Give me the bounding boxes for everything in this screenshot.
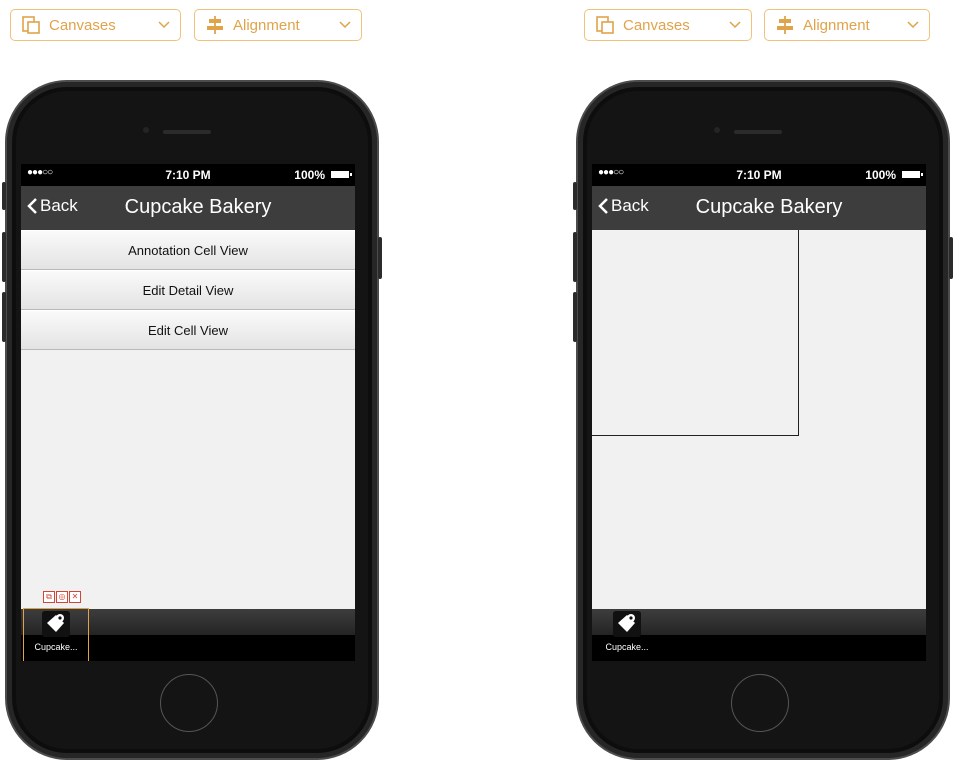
phone-frame-right: ●●●○○ 7:10 PM 100% Back Cupcake Bakery C… <box>573 80 953 760</box>
alignment-icon <box>777 16 793 34</box>
navigation-bar: Back Cupcake Bakery <box>592 186 926 230</box>
tab-label: Cupcake... <box>605 642 649 652</box>
map-pin-icon <box>613 611 641 637</box>
map-pin-icon <box>42 611 70 637</box>
alignment-dropdown[interactable]: Alignment <box>764 9 930 41</box>
battery-icon <box>902 171 923 178</box>
phone-screen: ●●●○○ 7:10 PM 100% Back Cupcake Bakery C… <box>592 164 926 661</box>
mute-switch <box>2 182 6 210</box>
tab-bar: Cupcake... <box>592 609 926 661</box>
status-bar: ●●●○○ 7:10 PM 100% <box>592 164 926 186</box>
chevron-down-icon <box>158 21 170 29</box>
alignment-icon <box>207 16 223 34</box>
battery-percent: 100% <box>865 168 896 182</box>
mute-switch <box>573 182 577 210</box>
canvases-label: Canvases <box>623 16 690 34</box>
front-camera <box>714 127 720 133</box>
chevron-down-icon <box>729 21 741 29</box>
copy-icon[interactable]: ⧉ <box>43 591 55 603</box>
volume-up-button <box>573 232 577 282</box>
battery-percent: 100% <box>294 168 325 182</box>
earpiece-speaker <box>734 130 782 134</box>
volume-down-button <box>573 292 577 342</box>
canvases-label: Canvases <box>49 16 116 34</box>
alignment-label: Alignment <box>233 16 300 34</box>
canvases-dropdown[interactable]: Canvases <box>584 9 752 41</box>
status-bar: ●●●○○ 7:10 PM 100% <box>21 164 355 186</box>
volume-up-button <box>2 232 6 282</box>
battery-icon <box>331 171 352 178</box>
phone-screen: ●●●○○ 7:10 PM 100% Back Cupcake Bakery A… <box>21 164 355 661</box>
widget-actions: ⧉ ◎ ✕ <box>43 591 81 603</box>
chevron-down-icon <box>339 21 351 29</box>
home-button <box>160 674 218 732</box>
phone-frame-left: ●●●○○ 7:10 PM 100% Back Cupcake Bakery A… <box>2 80 382 760</box>
home-button <box>731 674 789 732</box>
earpiece-speaker <box>163 130 211 134</box>
alignment-label: Alignment <box>803 16 870 34</box>
canvases-icon <box>596 16 614 34</box>
navigation-bar: Back Cupcake Bakery <box>21 186 355 230</box>
front-camera <box>143 127 149 133</box>
empty-content-view <box>592 230 799 436</box>
settings-icon[interactable]: ◎ <box>56 591 68 603</box>
tab-label: Cupcake... <box>34 642 78 652</box>
nav-title: Cupcake Bakery <box>695 196 843 218</box>
alignment-dropdown[interactable]: Alignment <box>194 9 362 41</box>
canvases-icon <box>22 16 40 34</box>
volume-down-button <box>2 292 6 342</box>
nav-title: Cupcake Bakery <box>124 196 272 218</box>
annotation-cell-view-button[interactable]: Annotation Cell View <box>21 230 355 270</box>
power-button <box>949 237 953 279</box>
power-button <box>378 237 382 279</box>
edit-detail-view-button[interactable]: Edit Detail View <box>21 270 355 310</box>
edit-cell-view-button[interactable]: Edit Cell View <box>21 310 355 350</box>
close-icon[interactable]: ✕ <box>69 591 81 603</box>
tab-item-cupcake[interactable]: Cupcake... <box>23 608 89 661</box>
tab-bar: ⧉ ◎ ✕ Cupcake... <box>21 591 355 661</box>
tab-item-cupcake[interactable]: Cupcake... <box>594 609 660 661</box>
chevron-down-icon <box>907 21 919 29</box>
canvases-dropdown[interactable]: Canvases <box>10 9 181 41</box>
